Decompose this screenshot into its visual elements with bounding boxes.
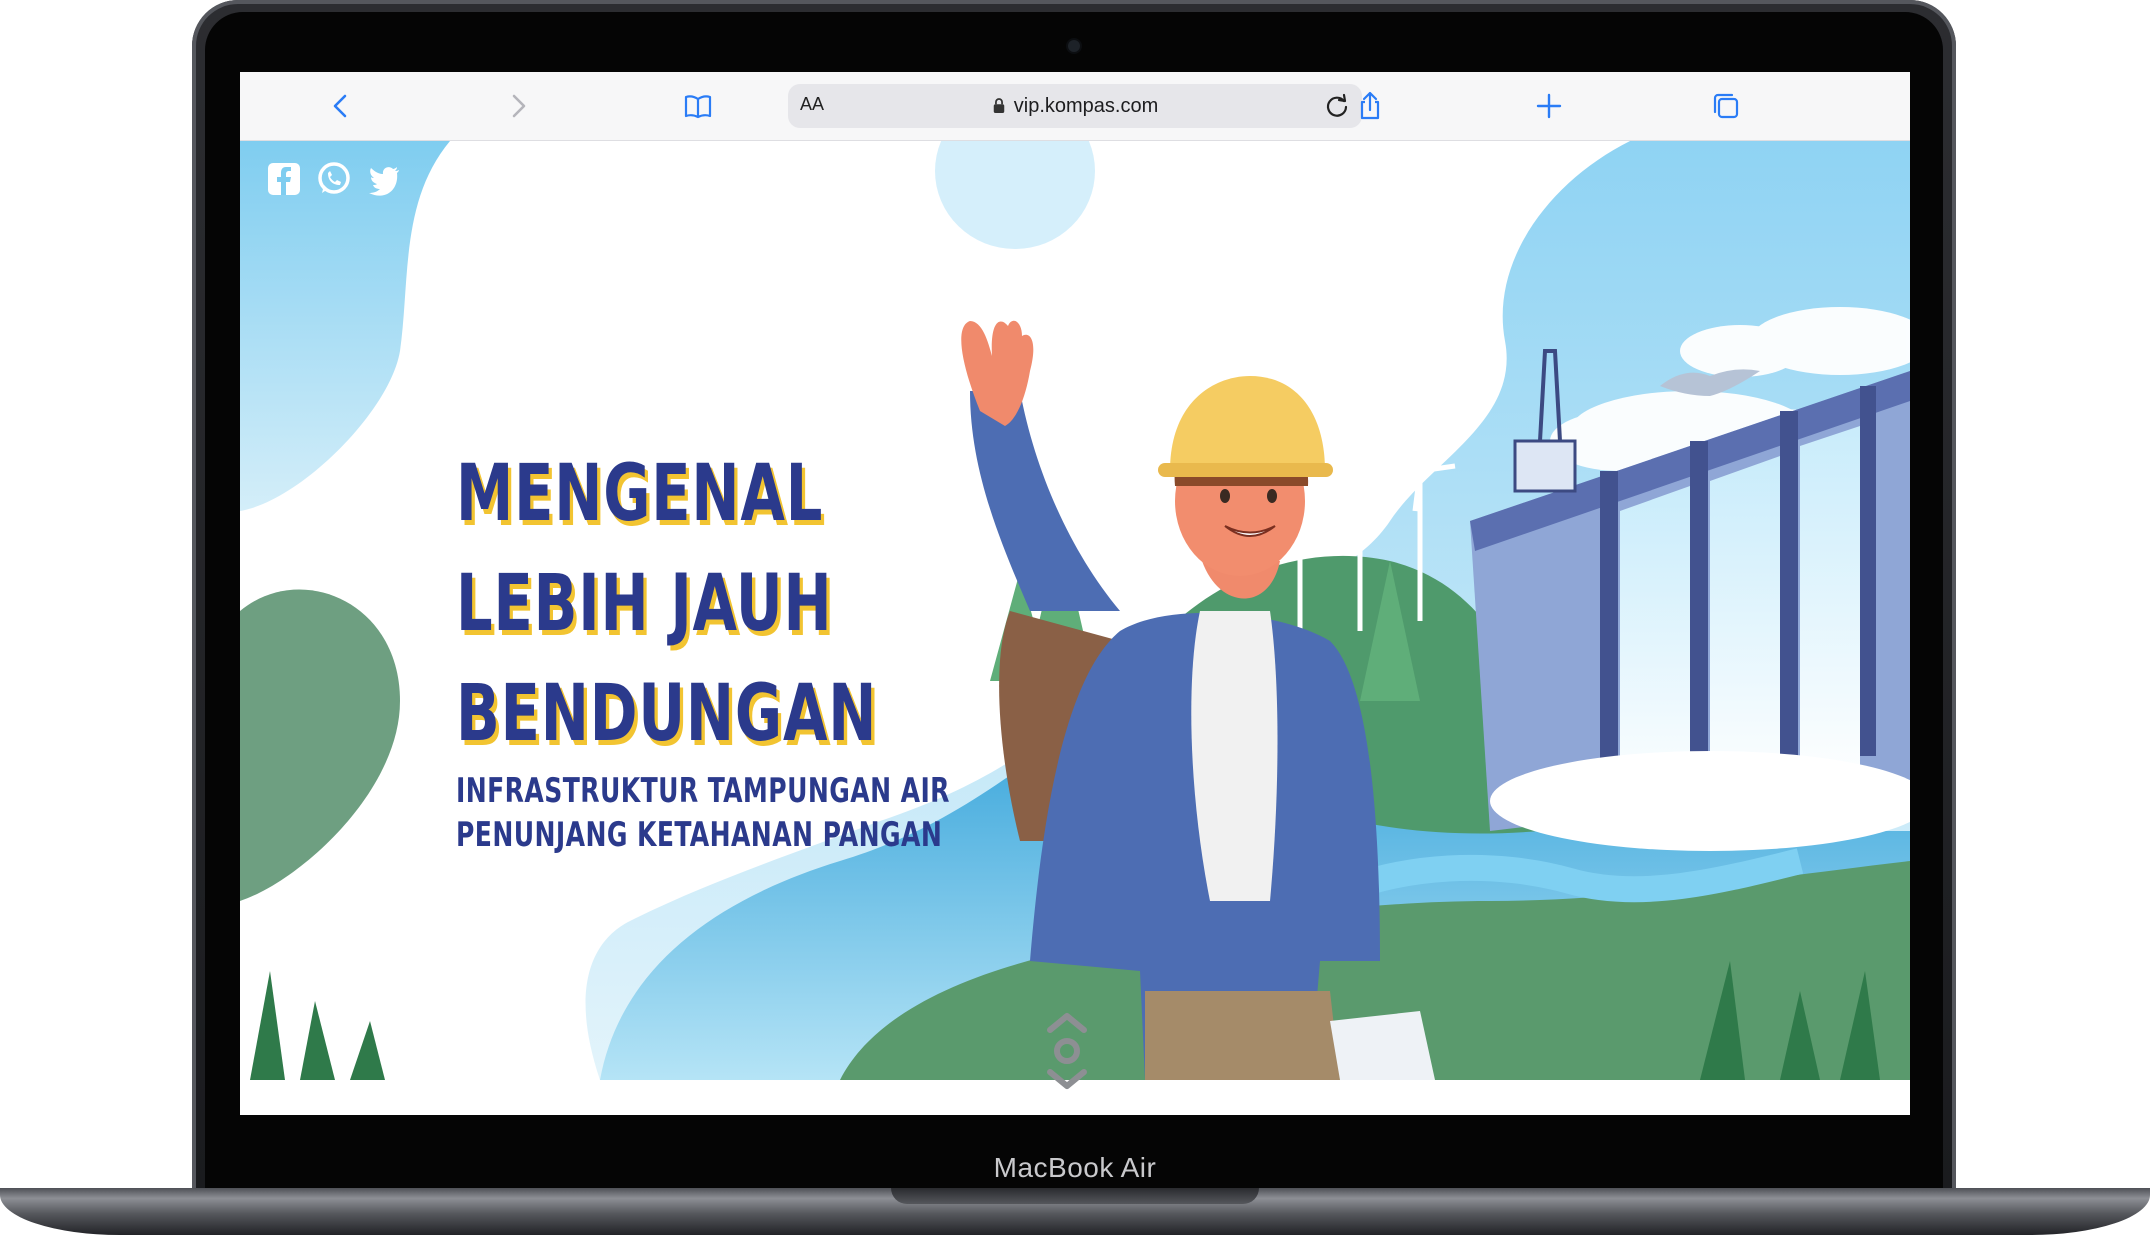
- device-brand-label: MacBook Air: [993, 1152, 1157, 1183]
- headline-line-2: LEBIH JAUH: [456, 559, 833, 649]
- share-icon: [1360, 91, 1380, 120]
- twitter-icon[interactable]: [366, 161, 402, 197]
- tabs-button[interactable]: [1706, 86, 1746, 126]
- browser-screen: AA vip.kompas.com MENGENAL LEBIH JAUH BE…: [240, 72, 1910, 1115]
- bookmarks-button[interactable]: [678, 86, 718, 126]
- browser-toolbar: AA vip.kompas.com: [240, 72, 1910, 141]
- camera-icon: [1068, 40, 1080, 52]
- scroll-up-icon[interactable]: [1047, 1013, 1087, 1033]
- social-share-bar: [266, 161, 402, 197]
- address-bar[interactable]: AA vip.kompas.com: [788, 84, 1362, 128]
- laptop-base-notch: [891, 1188, 1259, 1204]
- new-tab-button[interactable]: [1529, 86, 1569, 126]
- new-tab-icon: [1536, 93, 1562, 119]
- headline-line-3: BENDUNGAN: [456, 669, 878, 759]
- forward-button[interactable]: [498, 86, 538, 126]
- scroll-down-icon[interactable]: [1047, 1069, 1087, 1089]
- back-icon: [333, 94, 347, 118]
- whatsapp-icon[interactable]: [316, 161, 352, 197]
- reload-icon[interactable]: [1322, 91, 1352, 121]
- subheadline-line-2: PENUNJANG KETAHANAN PANGAN: [456, 815, 943, 855]
- headline-line-1: MENGENAL: [456, 449, 824, 539]
- subheadline-line-1: INFRASTRUKTUR TAMPUNGAN AIR: [456, 771, 950, 811]
- hero-headline: MENGENAL LEBIH JAUH BENDUNGAN INFRASTRUK…: [456, 439, 1058, 857]
- back-button[interactable]: [321, 86, 361, 126]
- url-text: vip.kompas.com: [1013, 94, 1159, 117]
- share-button[interactable]: [1350, 86, 1390, 126]
- sun-circle: [935, 141, 1095, 249]
- bookmarks-icon: [684, 95, 712, 119]
- forward-icon: [512, 94, 526, 118]
- web-page: MENGENAL LEBIH JAUH BENDUNGAN INFRASTRUK…: [240, 141, 1910, 1080]
- scroll-navigator: [1044, 1008, 1090, 1113]
- facebook-icon[interactable]: [266, 161, 302, 197]
- tabs-icon: [1713, 93, 1739, 119]
- scroll-indicator-icon[interactable]: [1054, 1038, 1080, 1064]
- lock-icon: [993, 98, 1004, 113]
- grass-blob-left: [240, 589, 400, 901]
